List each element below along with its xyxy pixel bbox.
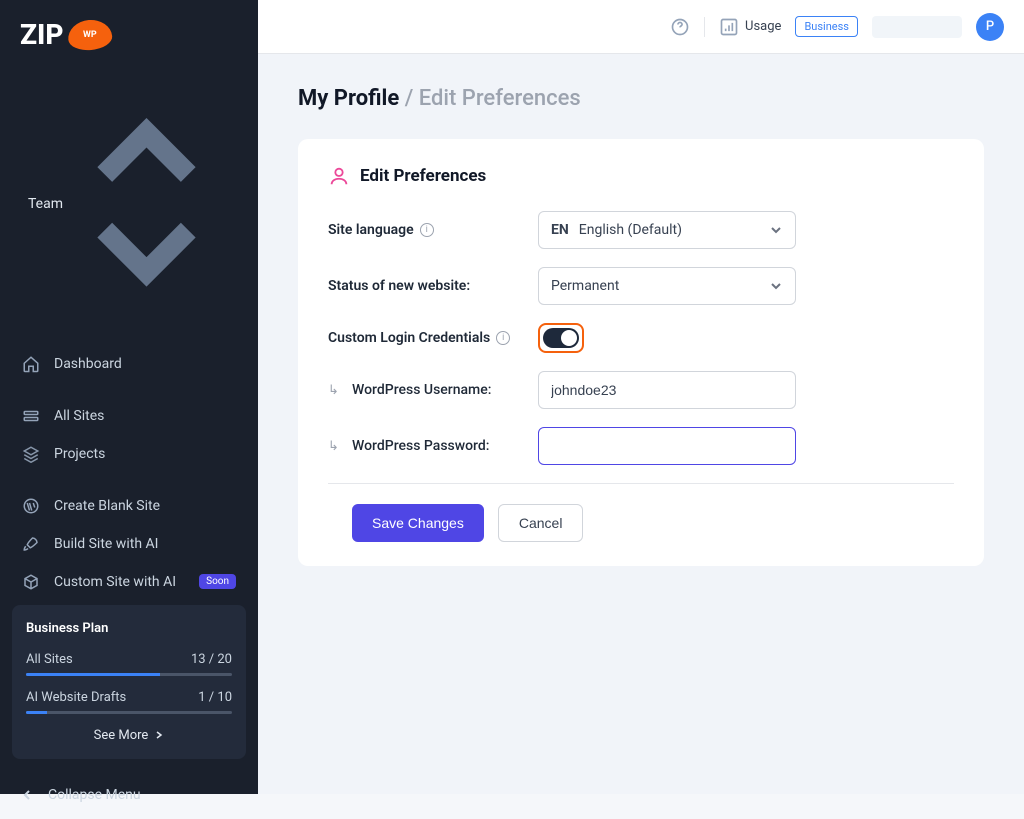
content: My Profile / Edit Preferences Edit Prefe… bbox=[258, 54, 1024, 598]
chevron-right-icon bbox=[154, 730, 164, 740]
site-language-select[interactable]: EN English (Default) bbox=[538, 211, 796, 249]
progress-bar bbox=[26, 711, 232, 714]
page-title: My Profile bbox=[298, 86, 399, 111]
plan-title: Business Plan bbox=[26, 621, 232, 636]
see-more-link[interactable]: See More bbox=[26, 728, 232, 743]
team-selector[interactable]: Team bbox=[16, 81, 242, 327]
card-title: Edit Preferences bbox=[360, 166, 486, 186]
chevron-down-icon bbox=[769, 223, 783, 237]
help-icon[interactable] bbox=[670, 17, 690, 37]
avatar[interactable]: P bbox=[976, 13, 1004, 41]
chevron-left-icon bbox=[20, 788, 34, 802]
sidebar-item-label: Dashboard bbox=[54, 356, 122, 372]
info-icon[interactable]: i bbox=[496, 331, 510, 345]
status-select[interactable]: Permanent bbox=[538, 267, 796, 305]
sidebar-item-label: Create Blank Site bbox=[54, 498, 160, 514]
rocket-icon bbox=[22, 535, 40, 553]
plan-row: All Sites 13 / 20 bbox=[26, 652, 232, 667]
chevron-updown-icon bbox=[63, 91, 230, 317]
nav: Dashboard All Sites Projects Create Blan… bbox=[0, 341, 258, 605]
collapse-label: Collapse Menu bbox=[48, 787, 141, 803]
toggle-highlight bbox=[538, 323, 584, 353]
plan-card: Business Plan All Sites 13 / 20 AI Websi… bbox=[12, 605, 246, 759]
main: Usage Business P My Profile / Edit Prefe… bbox=[258, 0, 1024, 794]
chart-icon bbox=[719, 17, 739, 37]
wp-password-input[interactable] bbox=[538, 427, 796, 465]
user-icon bbox=[328, 165, 350, 187]
custom-login-label: Custom Login Credentials i bbox=[328, 330, 538, 346]
team-selector-label: Team bbox=[28, 196, 63, 212]
topbar: Usage Business P bbox=[258, 0, 1024, 54]
breadcrumb: My Profile / Edit Preferences bbox=[298, 86, 984, 111]
status-label: Status of new website: bbox=[328, 278, 538, 294]
wp-username-input[interactable] bbox=[538, 371, 796, 409]
custom-login-toggle[interactable] bbox=[543, 328, 579, 348]
sidebar-item-custom-ai[interactable]: Custom Site with AI Soon bbox=[8, 563, 250, 601]
wordpress-icon bbox=[22, 497, 40, 515]
sidebar-item-all-sites[interactable]: All Sites bbox=[8, 397, 250, 435]
cube-icon bbox=[22, 573, 40, 591]
sidebar-item-label: Custom Site with AI bbox=[54, 574, 176, 590]
save-button[interactable]: Save Changes bbox=[352, 504, 484, 542]
cancel-button[interactable]: Cancel bbox=[498, 504, 584, 542]
soon-badge: Soon bbox=[199, 574, 236, 589]
site-language-label: Site language i bbox=[328, 222, 538, 238]
business-badge: Business bbox=[795, 16, 858, 37]
collapse-menu[interactable]: Collapse Menu bbox=[0, 771, 258, 819]
plan-row: AI Website Drafts 1 / 10 bbox=[26, 690, 232, 705]
sidebar-item-build-ai[interactable]: Build Site with AI bbox=[8, 525, 250, 563]
home-icon bbox=[22, 355, 40, 373]
logo-flame-icon: WP bbox=[66, 18, 112, 52]
sidebar-item-projects[interactable]: Projects bbox=[8, 435, 250, 473]
layers-icon bbox=[22, 445, 40, 463]
page-subtitle: Edit Preferences bbox=[419, 86, 581, 111]
logo: ZIP WP bbox=[0, 0, 258, 67]
sites-icon bbox=[22, 407, 40, 425]
user-name-placeholder bbox=[872, 16, 962, 38]
chevron-down-icon bbox=[769, 279, 783, 293]
preferences-card: Edit Preferences Site language i EN Engl… bbox=[298, 139, 984, 566]
usage-link[interactable]: Usage bbox=[719, 17, 781, 37]
sidebar-item-label: Build Site with AI bbox=[54, 536, 158, 552]
progress-bar bbox=[26, 673, 232, 676]
info-icon[interactable]: i bbox=[420, 223, 434, 237]
logo-text: ZIP bbox=[20, 18, 64, 51]
divider bbox=[328, 483, 954, 484]
divider bbox=[704, 17, 705, 37]
wp-username-label: WordPress Username: bbox=[328, 382, 538, 398]
wp-password-label: WordPress Password: bbox=[328, 438, 538, 454]
sidebar: ZIP WP Team Dashboard All Sites Projects… bbox=[0, 0, 258, 794]
sidebar-item-label: Projects bbox=[54, 446, 105, 462]
sidebar-item-create-blank[interactable]: Create Blank Site bbox=[8, 487, 250, 525]
sidebar-item-label: All Sites bbox=[54, 408, 104, 424]
sidebar-item-dashboard[interactable]: Dashboard bbox=[8, 345, 250, 383]
